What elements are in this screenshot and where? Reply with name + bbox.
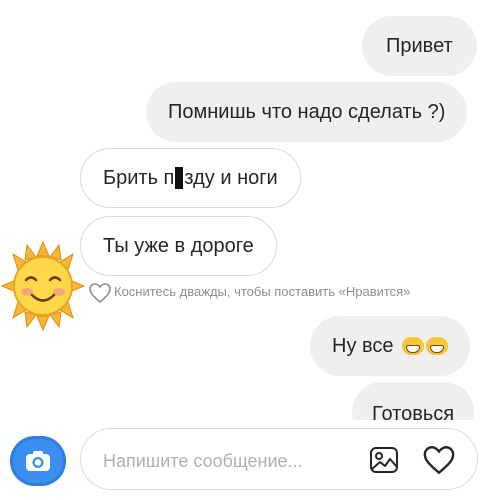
heart-icon[interactable]: [88, 282, 112, 304]
message-text: Готовься: [372, 403, 455, 420]
message-outgoing[interactable]: Готовься: [352, 382, 475, 420]
message-incoming[interactable]: Ты уже в дороге: [80, 216, 277, 276]
camera-button[interactable]: [10, 436, 66, 486]
grin-emoji-icon: [425, 337, 448, 355]
sun-sticker-icon: [0, 240, 86, 332]
grin-emoji-icon: [401, 337, 424, 355]
message-outgoing[interactable]: Ну все: [310, 316, 470, 376]
chat-thread: Привет Помнишь что надо сделать ?) Брить…: [0, 0, 488, 420]
heart-icon: [423, 446, 455, 475]
message-outgoing[interactable]: Привет: [362, 16, 477, 76]
message-text: Помнишь что надо сделать ?): [168, 101, 446, 123]
camera-icon: [26, 451, 50, 471]
message-text: Ну все: [332, 335, 394, 357]
gallery-button[interactable]: [367, 443, 401, 477]
message-text: Привет: [386, 35, 453, 57]
message-input[interactable]: [101, 445, 345, 477]
gallery-icon: [370, 447, 398, 473]
like-button[interactable]: [421, 442, 457, 478]
message-input-container: [80, 428, 478, 490]
redaction-bar: [175, 167, 184, 189]
message-outgoing[interactable]: Помнишь что надо сделать ?): [146, 82, 468, 142]
message-incoming[interactable]: Брить п зду и ноги: [80, 148, 301, 208]
message-text-end: зду и ноги: [184, 167, 278, 189]
double-tap-like-hint: Коснитесь дважды, чтобы поставить «Нрави…: [114, 284, 411, 299]
message-text-start: Брить п: [103, 167, 175, 189]
message-text: Ты уже в дороге: [103, 235, 254, 257]
